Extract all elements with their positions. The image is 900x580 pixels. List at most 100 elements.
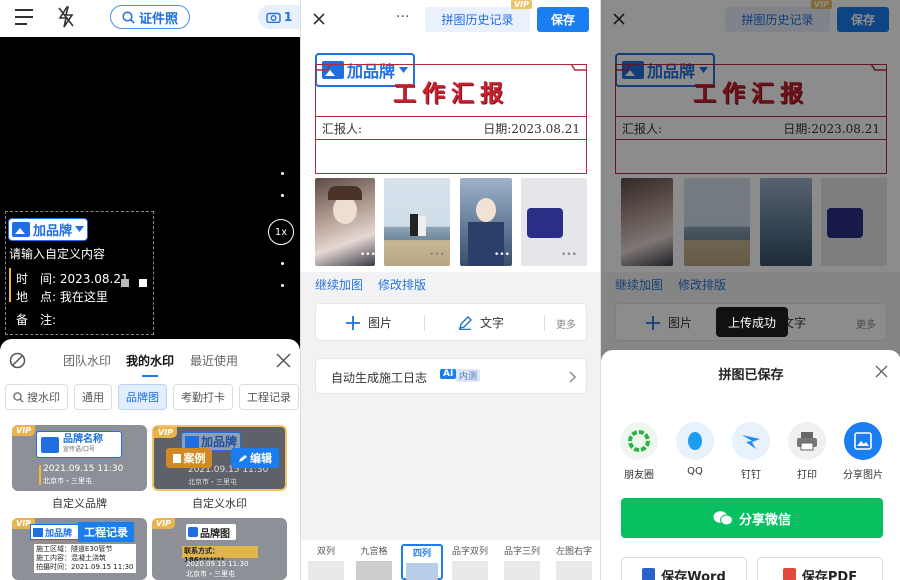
share-label: 分享图片 bbox=[843, 470, 883, 481]
watermark-card-brand-image[interactable]: VIP 品牌图 联系方式：186******* 2020.09.15 11:30… bbox=[152, 518, 287, 580]
id-photo-label: 证件照 bbox=[138, 11, 178, 27]
card-place: 北京市・三里屯 bbox=[188, 478, 237, 486]
save-word-button[interactable]: 保存Word bbox=[621, 557, 747, 580]
tab-my-watermark[interactable]: 我的水印 bbox=[126, 352, 174, 369]
divider bbox=[544, 315, 545, 331]
share-panel: 拼图历史记录 VIP 保存 加品牌 工作汇报 汇报人: 日期:2023.08.21 … bbox=[600, 0, 900, 580]
search-watermark-chip[interactable]: 搜水印 bbox=[5, 384, 68, 410]
watermark-card-custom[interactable]: VIP 加品牌 字 2021.09.15 11:30 北京市・三里屯 案例 编辑 bbox=[152, 425, 287, 491]
modify-layout-link[interactable]: 修改排版 bbox=[378, 276, 426, 293]
share-qq[interactable]: QQ bbox=[670, 422, 720, 477]
camera-count-button[interactable]: 1 bbox=[258, 5, 300, 29]
brand-slogan: 宣传语/口号 bbox=[63, 445, 96, 453]
report-meta-row: 汇报人: 日期:2023.08.21 bbox=[315, 116, 587, 140]
auto-log-button[interactable]: 自动生成施工日志 AI 内测 bbox=[315, 358, 587, 394]
photo-more-icon[interactable]: ••• bbox=[360, 250, 376, 260]
engineering-tag: 工程记录 bbox=[78, 522, 134, 542]
disable-icon[interactable] bbox=[9, 352, 26, 369]
active-tab-underline bbox=[142, 375, 158, 377]
case-button[interactable]: 案例 bbox=[166, 448, 212, 468]
share-dingtalk[interactable]: 钉钉 bbox=[726, 422, 776, 481]
tab-recent[interactable]: 最近使用 bbox=[190, 352, 238, 369]
chip-attendance[interactable]: 考勤打卡 bbox=[173, 384, 233, 410]
contact-phone: 联系方式：186******* bbox=[182, 546, 258, 564]
save-pdf-button[interactable]: 保存PDF bbox=[757, 557, 883, 580]
dot-indicator bbox=[281, 194, 284, 197]
camera-icon bbox=[266, 12, 281, 23]
close-icon[interactable] bbox=[276, 353, 291, 368]
add-text-button[interactable]: 文字 bbox=[458, 314, 504, 331]
chip-engineering[interactable]: 工程记录 bbox=[239, 384, 299, 410]
report-header[interactable]: 工作汇报 汇报人: 日期:2023.08.21 bbox=[315, 64, 587, 174]
vip-badge: VIP bbox=[510, 0, 532, 9]
edit-label: 编辑 bbox=[250, 452, 272, 465]
photo-person bbox=[410, 214, 418, 236]
more-menu-icon[interactable]: ··· bbox=[396, 9, 409, 25]
place-value: 我在这里 bbox=[59, 290, 108, 304]
image-share-icon bbox=[844, 422, 882, 460]
divider bbox=[424, 315, 425, 331]
printer-icon bbox=[788, 422, 826, 460]
share-wechat-button[interactable]: 分享微信 bbox=[621, 498, 883, 538]
card-caption: 自定义水印 bbox=[192, 497, 247, 510]
card-place: 北京市・三里屯 bbox=[186, 570, 235, 578]
watermark-card-engineering[interactable]: VIP 加品牌 工程记录 施工区域：隧道E30管节 施工内容：混凝土浇筑 拍摄时… bbox=[12, 518, 147, 580]
upload-success-toast: 上传成功 bbox=[716, 307, 788, 337]
image-icon bbox=[41, 436, 59, 453]
accent-bar bbox=[39, 465, 41, 485]
layout-option-selected[interactable]: 四列 bbox=[401, 544, 443, 580]
close-icon[interactable] bbox=[313, 13, 325, 25]
card-place: 北京市・三里屯 bbox=[43, 477, 92, 485]
layout-label: 双列 bbox=[316, 547, 335, 557]
share-moments[interactable]: 朋友圈 bbox=[614, 422, 664, 481]
card-date: 2020.09.15 11:30 bbox=[186, 560, 249, 568]
case-label: 案例 bbox=[183, 452, 206, 465]
flash-off-icon[interactable] bbox=[57, 6, 75, 28]
history-label: 拼图历史记录 bbox=[441, 13, 514, 27]
photo-more-icon[interactable]: ••• bbox=[429, 250, 445, 260]
search-watermark-label: 搜水印 bbox=[27, 391, 60, 404]
layout-option[interactable]: 九宫格 bbox=[353, 544, 395, 580]
layout-option[interactable]: 品字双列 bbox=[449, 544, 491, 580]
edit-button[interactable]: 编辑 bbox=[231, 448, 279, 468]
camera-panel: 证件照 1 1x 加品牌 请输入自定义内容 时 间: 2023.08.21 地 … bbox=[0, 0, 300, 580]
zoom-button[interactable]: 1x bbox=[268, 219, 294, 245]
wechat-icon bbox=[713, 511, 733, 526]
watermark-card-custom-brand[interactable]: VIP 品牌名称 宣传语/口号 2021.09.15 11:30 北京市・三里屯 bbox=[12, 425, 147, 491]
share-print[interactable]: 打印 bbox=[782, 422, 832, 481]
add-image-button[interactable]: 图片 bbox=[346, 314, 392, 331]
collage-photo[interactable] bbox=[521, 178, 587, 266]
search-icon bbox=[122, 10, 135, 24]
plus-icon bbox=[346, 315, 360, 330]
layout-option[interactable]: 品字三列 bbox=[501, 544, 543, 580]
photo-hair bbox=[328, 186, 362, 200]
id-photo-button[interactable]: 证件照 bbox=[110, 5, 190, 29]
layout-label: 左图右字 bbox=[555, 547, 592, 557]
card-date: 2021.09.15 11:30 bbox=[43, 464, 124, 474]
share-label: 朋友圈 bbox=[624, 470, 654, 481]
chip-brand[interactable]: 品牌图 bbox=[118, 384, 167, 410]
continue-add-link[interactable]: 继续加图 bbox=[315, 276, 363, 293]
note-label: 备 注: bbox=[16, 313, 57, 327]
watermark-preview[interactable]: 加品牌 请输入自定义内容 时 间: 2023.08.21 地 点: 我在这里 备… bbox=[5, 211, 154, 335]
pdf-icon bbox=[782, 567, 796, 580]
layout-option[interactable]: 左图右字 bbox=[553, 544, 595, 580]
ai-badge: AI bbox=[440, 369, 457, 379]
photo-more-icon[interactable]: ••• bbox=[561, 250, 577, 260]
vip-badge: VIP bbox=[154, 427, 178, 438]
menu-icon[interactable] bbox=[14, 8, 34, 26]
collage-history-button[interactable]: 拼图历史记录 VIP bbox=[425, 0, 532, 32]
tab-team-watermark[interactable]: 团队水印 bbox=[63, 352, 111, 369]
share-image[interactable]: 分享图片 bbox=[838, 422, 888, 481]
layout-thumb bbox=[504, 561, 540, 580]
custom-text[interactable]: 请输入自定义内容 bbox=[9, 245, 105, 262]
brand-name: 品牌名称 bbox=[63, 433, 103, 445]
time-value: 2023.08.21 bbox=[59, 272, 129, 286]
layout-option[interactable]: 双列 bbox=[305, 544, 347, 580]
more-tools-button[interactable]: 更多 bbox=[556, 316, 576, 331]
brand-logo[interactable]: 加品牌 bbox=[8, 218, 89, 241]
save-button[interactable]: 保存 bbox=[537, 7, 589, 32]
photo-more-icon[interactable]: ••• bbox=[494, 250, 510, 260]
chip-general[interactable]: 通用 bbox=[74, 384, 112, 410]
close-icon[interactable] bbox=[875, 365, 888, 378]
